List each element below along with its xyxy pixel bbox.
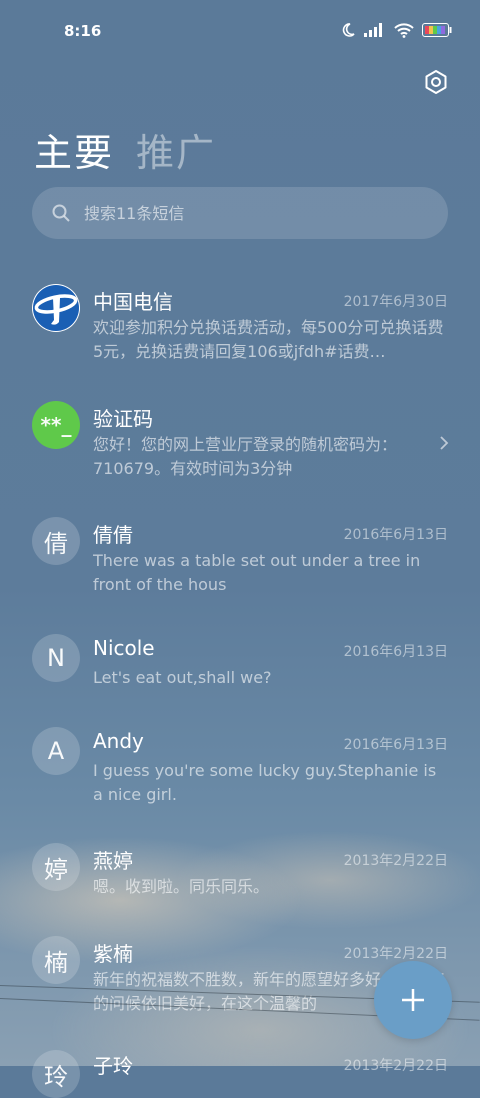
message-sender: 中国电信: [93, 290, 173, 314]
message-date: 2016年6月13日: [343, 527, 448, 543]
avatar: 玲: [32, 1050, 80, 1098]
settings-icon: [425, 70, 447, 94]
china-telecom-logo-icon: [33, 285, 79, 331]
message-preview: There was a table set out under a tree i…: [93, 551, 421, 594]
avatar: [32, 284, 80, 332]
search-icon: [52, 204, 70, 222]
avatar: 倩: [32, 517, 80, 565]
message-sender: 子玲: [93, 1054, 133, 1078]
message-sender: Nicole: [93, 636, 155, 660]
message-sender: 验证码: [93, 407, 153, 431]
message-preview: I guess you're some lucky guy.Stephanie …: [93, 761, 437, 804]
status-icons: [340, 22, 452, 38]
message-sender: 倩倩: [93, 523, 133, 547]
message-date: 2017年6月30日: [343, 294, 448, 310]
message-date: 2013年2月22日: [343, 853, 448, 869]
new-message-button[interactable]: [374, 961, 452, 1039]
tab-primary[interactable]: 主要: [34, 122, 114, 177]
avatar: A: [32, 727, 80, 775]
avatar: 楠: [32, 936, 80, 984]
status-bar: 8:16: [0, 0, 480, 62]
message-date: 2016年6月13日: [343, 737, 448, 753]
plus-icon: [402, 989, 424, 1011]
wifi-icon: [394, 22, 414, 38]
message-date: 2016年6月13日: [343, 644, 448, 660]
battery-icon: [422, 23, 452, 37]
search-input[interactable]: [82, 202, 406, 224]
status-time: 8:16: [64, 22, 102, 40]
avatar: 婷: [32, 843, 80, 891]
message-preview: 嗯。收到啦。同乐同乐。: [93, 877, 270, 896]
message-preview: Let's eat out,shall we?: [93, 668, 272, 687]
chevron-right-icon[interactable]: [438, 435, 450, 451]
message-sender: 紫楠: [93, 942, 133, 966]
message-date: 2013年2月22日: [343, 1058, 448, 1074]
message-preview: 您好！您的网上营业厅登录的随机密码为：710679。有效时间为3分钟: [93, 435, 398, 478]
search-bar[interactable]: [32, 187, 448, 239]
avatar: **_: [32, 401, 80, 449]
message-sender: Andy: [93, 729, 144, 753]
message-sender: 燕婷: [93, 849, 133, 873]
tab-promotions[interactable]: 推广: [136, 122, 216, 177]
moon-icon: [342, 23, 355, 37]
message-date: 2013年2月22日: [343, 946, 448, 962]
signal-icon: [364, 23, 382, 37]
message-preview: 欢迎参加积分兑换话费活动，每500分可兑换话费5元，兑换话费请回复106或jfd…: [93, 318, 444, 361]
settings-button[interactable]: [422, 68, 450, 96]
tabs: 主要 推广: [34, 122, 216, 177]
avatar: N: [32, 634, 80, 682]
